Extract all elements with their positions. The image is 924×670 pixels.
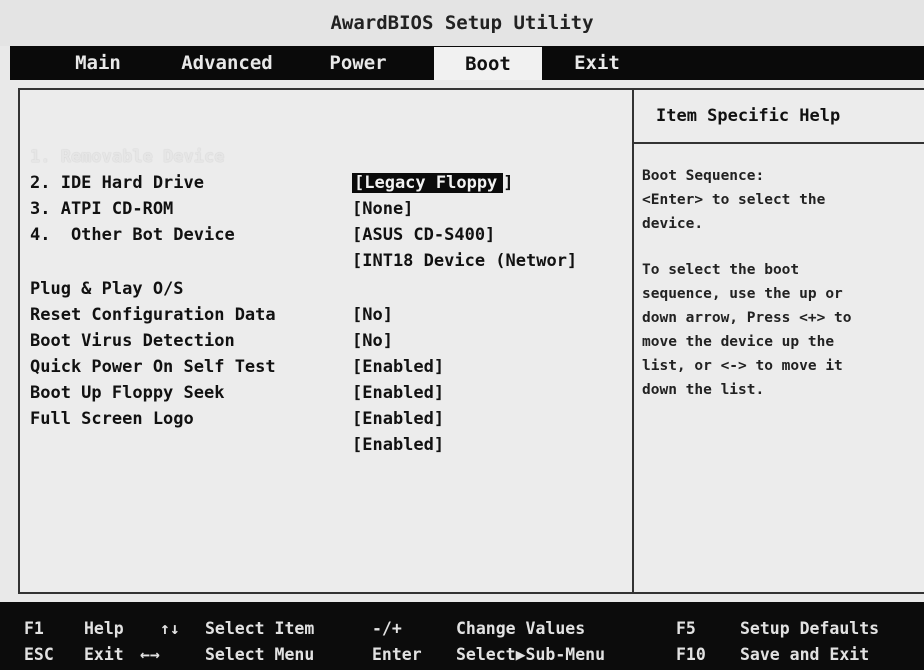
setting-label: Full Screen Logo (30, 409, 194, 429)
setting-value[interactable]: [Enabled] (352, 406, 444, 432)
window-title: AwardBIOS Setup Utility (0, 0, 924, 46)
hotkey-select-menu-label: Select Menu (205, 645, 315, 664)
option-full-screen-logo[interactable]: Full Screen Logo [Enabled] (30, 380, 630, 455)
help-text-instructions: To select the boot sequence, use the up … (642, 262, 852, 398)
hotkey-f1: F1 (24, 619, 44, 638)
tab-power[interactable]: Power (318, 46, 398, 80)
hotkey-select-item-label: Select Item (205, 619, 315, 638)
boot-item-ide-hard-drive[interactable]: 2. IDE Hard Drive [None] (30, 144, 630, 219)
help-panel: Item Specific Help Boot Sequence: <Enter… (632, 90, 924, 592)
menu-bar: Main Advanced Power Boot Exit (10, 46, 924, 80)
option-reset-configuration-data[interactable]: Reset Configuration Data [No] (30, 276, 630, 351)
setting-value[interactable]: [ASUS CD-S400] (352, 222, 495, 248)
hotkey-plus-minus: -/+ (372, 619, 402, 638)
help-text-boot-sequence: Boot Sequence: <Enter> to select the dev… (642, 168, 826, 232)
option-quick-power-on-self-test[interactable]: Quick Power On Self Test [Enabled] (30, 328, 630, 403)
up-down-arrows-icon: ↑↓ (160, 619, 180, 638)
boot-item-removable-device[interactable]: 1. Removable Device [Legacy Floppy] (30, 118, 630, 193)
option-boot-virus-detection[interactable]: Boot Virus Detection [Enabled] (30, 302, 630, 377)
help-title: Item Specific Help (634, 90, 924, 144)
help-body: Boot Sequence: <Enter> to select the dev… (634, 144, 924, 402)
left-right-arrows-icon: ←→ (140, 645, 160, 664)
tab-exit[interactable]: Exit (562, 46, 632, 80)
settings-panel: 1. Removable Device [Legacy Floppy] 2. I… (20, 90, 632, 592)
hotkey-exit-label: Exit (84, 645, 124, 664)
hotkey-setup-defaults-label: Setup Defaults (740, 619, 880, 638)
tab-main[interactable]: Main (58, 46, 138, 80)
hotkey-f5: F5 (676, 619, 696, 638)
hotkey-change-values-label: Change Values (456, 619, 586, 638)
setting-label: 4. Other Bot Device (30, 225, 235, 245)
hotkey-enter: Enter (372, 645, 422, 664)
hotkey-help-label: Help (84, 619, 124, 638)
boot-item-atpi-cd-rom[interactable]: 3. ATPI CD-ROM [ASUS CD-S400] (30, 170, 630, 245)
tab-advanced[interactable]: Advanced (162, 46, 292, 80)
setting-value[interactable]: [Enabled] (352, 432, 444, 458)
main-frame: 1. Removable Device [Legacy Floppy] 2. I… (18, 88, 924, 594)
option-boot-up-floppy-seek[interactable]: Boot Up Floppy Seek [Enabled] (30, 354, 630, 429)
hotkey-f10: F10 (676, 645, 706, 664)
option-plug-and-play-os[interactable]: Plug & Play O/S [No] (30, 250, 630, 325)
hotkey-esc: ESC (24, 645, 54, 664)
status-bar: F1 Help ↑↓ Select Item -/+ Change Values… (0, 602, 924, 670)
hotkey-save-and-exit-label: Save and Exit (740, 645, 870, 664)
tab-boot[interactable]: Boot (434, 47, 542, 80)
hotkey-select-submenu-label: Select▶Sub-Menu (456, 645, 606, 664)
boot-item-other-device[interactable]: 4. Other Bot Device [INT18 Device (Netwo… (30, 196, 630, 271)
